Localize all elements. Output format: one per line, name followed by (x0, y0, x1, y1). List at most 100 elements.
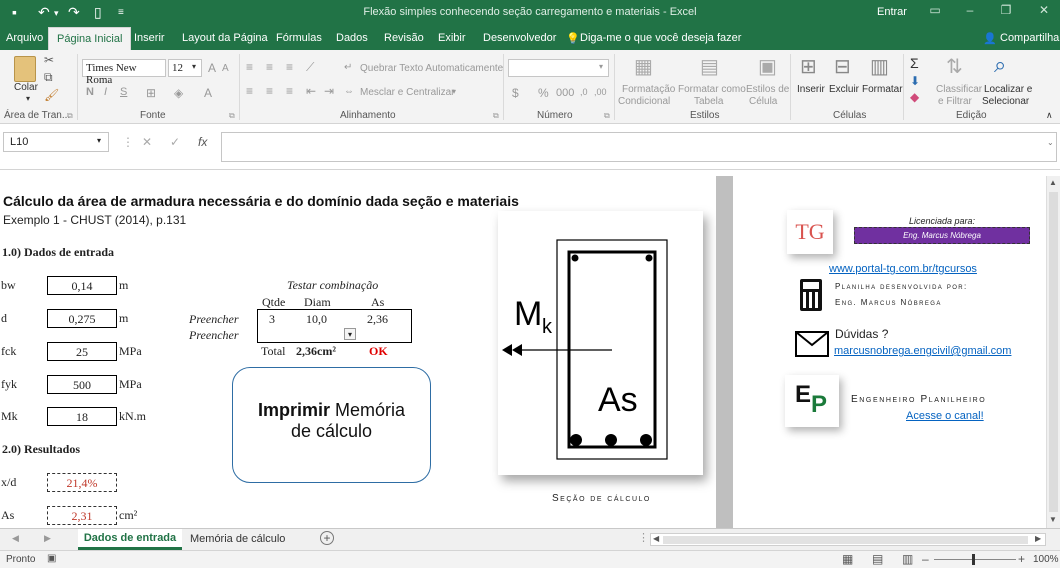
insert-cells-icon[interactable]: ⊞ (800, 54, 817, 79)
horizontal-scroll-thumb[interactable] (663, 536, 1028, 544)
increase-indent-icon[interactable]: ⇥ (324, 84, 334, 98)
font-name-box[interactable]: Times New Roma (82, 59, 166, 86)
zoom-in-icon[interactable]: + (1018, 552, 1025, 566)
autosum-icon[interactable]: Σ (910, 55, 919, 71)
result-xd[interactable]: 21,4% (47, 473, 117, 492)
underline-icon[interactable]: S (120, 86, 127, 98)
tab-view[interactable]: Exibir (438, 32, 466, 44)
currency-icon[interactable]: $ (512, 86, 519, 100)
paste-icon[interactable] (14, 56, 36, 82)
zoom-slider-thumb[interactable] (972, 554, 975, 565)
zoom-level[interactable]: 100% (1033, 554, 1059, 565)
ribbon-display-icon[interactable]: ▭ (925, 3, 945, 21)
font-launcher-icon[interactable]: ⧉ (229, 111, 235, 121)
sheet-tab-input-data[interactable]: Dados de entrada (78, 529, 182, 550)
bold-icon[interactable]: N (86, 86, 94, 98)
paste-dropdown-icon[interactable]: ▾ (26, 94, 30, 103)
tab-split-handle-icon[interactable]: ⋮ (638, 531, 649, 544)
tab-page-layout[interactable]: Layout da Página (182, 32, 268, 44)
merge-center-button[interactable]: Mesclar e Centralizar (360, 87, 454, 98)
cell-styles-label-1[interactable]: Estilos de (746, 84, 789, 95)
fill-color-icon[interactable]: ◈ (174, 86, 183, 100)
share-button[interactable]: Compartilhar (1000, 32, 1060, 44)
input-mk[interactable]: 18 (47, 407, 117, 426)
course-link[interactable]: www.portal-tg.com.br/tgcursos (829, 263, 977, 275)
wrap-text-button[interactable]: Quebrar Texto Automaticamente (360, 63, 503, 74)
macro-record-icon[interactable]: ▣ (47, 553, 56, 564)
increase-font-icon[interactable]: A (208, 61, 216, 75)
paste-button[interactable]: Colar (14, 82, 38, 93)
delete-cells-icon[interactable]: ⊟ (834, 54, 851, 79)
zoom-out-icon[interactable]: – (922, 552, 929, 566)
increase-decimal-icon[interactable]: ,0 (580, 87, 588, 97)
collapse-ribbon-icon[interactable]: ∧ (1046, 110, 1053, 121)
tell-me-search[interactable]: Diga-me o que você deseja fazer (580, 32, 741, 44)
cell-styles-label-2[interactable]: Célula (749, 96, 777, 107)
input-fck[interactable]: 25 (47, 342, 117, 361)
copy-icon[interactable]: ⧉ (44, 70, 53, 85)
find-select-icon[interactable]: ⌕ (994, 52, 1006, 78)
number-launcher-icon[interactable]: ⧉ (604, 111, 610, 121)
channel-link[interactable]: Acesse o canal! (906, 410, 984, 422)
align-top-icon[interactable]: ≡ (246, 60, 253, 74)
vertical-scrollbar[interactable]: ▲ ▼ (1046, 176, 1060, 528)
alignment-launcher-icon[interactable]: ⧉ (493, 111, 499, 121)
format-as-table-label-1[interactable]: Formatar como (678, 84, 746, 95)
tab-developer[interactable]: Desenvolvedor (483, 32, 556, 44)
input-d[interactable]: 0,275 (47, 309, 117, 328)
align-left-icon[interactable]: ≡ (246, 84, 253, 98)
align-center-icon[interactable]: ≡ (266, 84, 273, 98)
name-box-dropdown-icon[interactable]: ▾ (97, 136, 101, 145)
scroll-down-icon[interactable]: ▼ (1049, 515, 1057, 524)
number-format-dropdown[interactable] (508, 59, 609, 77)
test-qty-value[interactable]: 3 (269, 312, 275, 327)
print-memory-button[interactable]: Imprimir Memória de cálculo (232, 367, 431, 483)
restore-icon[interactable]: ❐ (996, 3, 1016, 21)
clipboard-launcher-icon[interactable]: ⧉ (67, 111, 73, 121)
insert-cells-button[interactable]: Inserir (797, 84, 825, 95)
font-size-dropdown-icon[interactable]: ▾ (192, 62, 196, 71)
fill-icon[interactable]: ⬇ (910, 74, 920, 88)
formula-input[interactable] (221, 132, 1057, 162)
decrease-decimal-icon[interactable]: ,00 (594, 87, 607, 97)
decrease-indent-icon[interactable]: ⇤ (306, 84, 316, 98)
conditional-format-icon[interactable]: ▦ (634, 54, 653, 79)
clear-icon[interactable]: ◆ (910, 90, 919, 104)
tab-formulas[interactable]: Fórmulas (276, 32, 322, 44)
number-format-chevron-icon[interactable]: ▾ (599, 62, 603, 71)
expand-formula-icon[interactable]: ⌄ (1047, 138, 1054, 147)
page-layout-view-icon[interactable]: ▤ (872, 552, 883, 566)
align-bottom-icon[interactable]: ≡ (286, 60, 293, 74)
format-cells-icon[interactable]: ▥ (870, 54, 889, 79)
sheet-tab-calc-memory[interactable]: Memória de cálculo (190, 533, 285, 545)
tab-insert[interactable]: Inserir (134, 32, 165, 44)
cut-icon[interactable]: ✂ (44, 53, 54, 67)
input-fyk[interactable]: 500 (47, 375, 117, 394)
email-link[interactable]: marcusnobrega.engcivil@gmail.com (834, 345, 1011, 357)
horizontal-scrollbar[interactable]: ◀ ▶ (650, 533, 1046, 546)
sign-in-link[interactable]: Entrar (877, 6, 907, 18)
conditional-format-label-2[interactable]: Condicional (618, 96, 670, 107)
sort-filter-label-2[interactable]: e Filtrar (938, 96, 972, 107)
minimize-icon[interactable]: – (960, 3, 980, 21)
scroll-thumb[interactable] (1049, 192, 1058, 512)
delete-cells-button[interactable]: Excluir (829, 84, 859, 95)
scroll-right-icon[interactable]: ▶ (1035, 534, 1041, 543)
font-size-box[interactable]: 12 (168, 59, 202, 77)
confirm-entry-icon[interactable]: ✓ (170, 135, 180, 149)
prev-sheet-icon[interactable]: ◀ (12, 533, 19, 544)
input-bw[interactable]: 0,14 (47, 276, 117, 295)
insert-function-icon[interactable]: fx (198, 135, 207, 149)
percent-icon[interactable]: % (538, 86, 549, 100)
find-select-label-2[interactable]: Selecionar (982, 96, 1029, 107)
align-right-icon[interactable]: ≡ (286, 84, 293, 98)
sort-filter-icon[interactable]: ⇅ (946, 54, 963, 79)
orientation-icon[interactable]: ⟋ (306, 60, 314, 75)
result-as[interactable]: 2,31 (47, 506, 117, 525)
scroll-up-icon[interactable]: ▲ (1049, 178, 1057, 187)
decrease-font-icon[interactable]: A (222, 63, 229, 74)
tab-data[interactable]: Dados (336, 32, 368, 44)
format-cells-button[interactable]: Formatar (862, 84, 903, 95)
italic-icon[interactable]: I (104, 86, 107, 98)
normal-view-icon[interactable]: ▦ (842, 552, 853, 566)
